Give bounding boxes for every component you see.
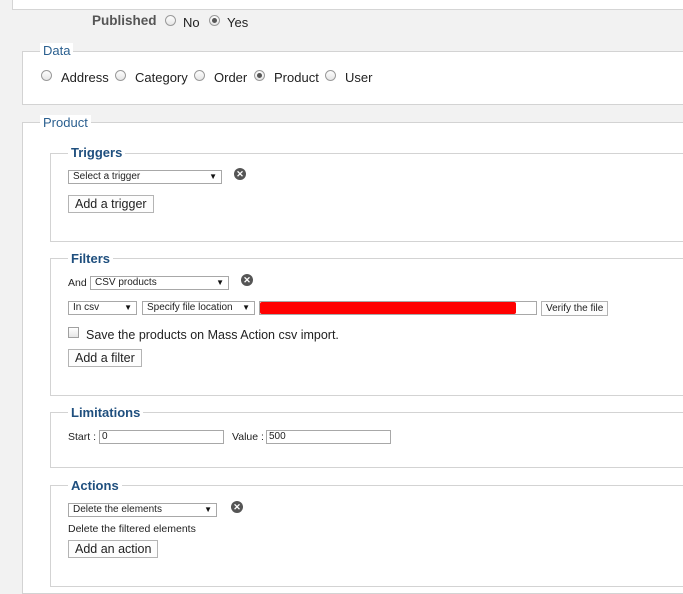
chevron-down-icon: ▼ — [209, 172, 217, 181]
limitations-legend: Limitations — [68, 405, 144, 420]
data-address-label: Address — [61, 70, 109, 85]
filters-legend: Filters — [68, 251, 114, 266]
published-yes-label: Yes — [227, 15, 249, 30]
file-location-value: Specify file location — [147, 302, 233, 313]
action-select-value: Delete the elements — [73, 504, 162, 515]
data-user-label: User — [345, 70, 373, 85]
top-panel — [12, 0, 683, 10]
in-csv-value: In csv — [73, 302, 100, 313]
data-address-radio[interactable] — [41, 70, 52, 81]
published-label: Published — [92, 13, 157, 28]
data-user-radio[interactable] — [325, 70, 336, 81]
data-product-radio[interactable] — [254, 70, 265, 81]
in-csv-select[interactable]: In csv ▼ — [68, 301, 137, 315]
add-filter-button[interactable]: Add a filter — [68, 349, 142, 367]
action-select[interactable]: Delete the elements ▼ — [68, 503, 217, 517]
remove-trigger-icon[interactable]: ✕ — [234, 168, 246, 180]
value-input[interactable]: 500 — [266, 430, 391, 444]
file-location-select[interactable]: Specify file location ▼ — [142, 301, 255, 315]
add-trigger-button[interactable]: Add a trigger — [68, 195, 154, 213]
published-yes-radio[interactable] — [209, 15, 220, 26]
redaction-mark — [260, 302, 516, 314]
start-label: Start : — [68, 431, 97, 443]
remove-action-icon[interactable]: ✕ — [231, 501, 243, 513]
action-description: Delete the filtered elements — [68, 523, 196, 535]
published-no-label: No — [183, 15, 200, 30]
chevron-down-icon: ▼ — [204, 505, 212, 514]
product-legend: Product — [40, 115, 91, 130]
data-category-label: Category — [135, 70, 188, 85]
verify-file-button[interactable]: Verify the file — [541, 301, 609, 316]
mass-action-import-label: Save the products on Mass Action csv imp… — [86, 328, 339, 342]
filter-type-value: CSV products — [95, 277, 157, 288]
trigger-select[interactable]: Select a trigger ▼ — [68, 170, 222, 184]
data-product-label: Product — [274, 70, 319, 85]
chevron-down-icon: ▼ — [124, 303, 132, 312]
triggers-legend: Triggers — [68, 145, 126, 160]
trigger-select-value: Select a trigger — [73, 171, 141, 182]
mass-action-import-checkbox[interactable] — [68, 327, 79, 338]
data-legend: Data — [40, 43, 74, 58]
data-order-label: Order — [214, 70, 248, 85]
chevron-down-icon: ▼ — [216, 278, 224, 287]
add-action-button[interactable]: Add an action — [68, 540, 159, 558]
data-order-radio[interactable] — [194, 70, 205, 81]
chevron-down-icon: ▼ — [242, 303, 250, 312]
actions-fieldset — [50, 485, 683, 587]
filter-type-select[interactable]: CSV products ▼ — [90, 276, 229, 290]
and-label: And — [68, 277, 87, 289]
value-label: Value : — [232, 431, 264, 443]
published-no-radio[interactable] — [165, 15, 176, 26]
data-category-radio[interactable] — [115, 70, 126, 81]
actions-legend: Actions — [68, 478, 122, 493]
remove-filter-icon[interactable]: ✕ — [241, 274, 253, 286]
start-input[interactable]: 0 — [99, 430, 224, 444]
